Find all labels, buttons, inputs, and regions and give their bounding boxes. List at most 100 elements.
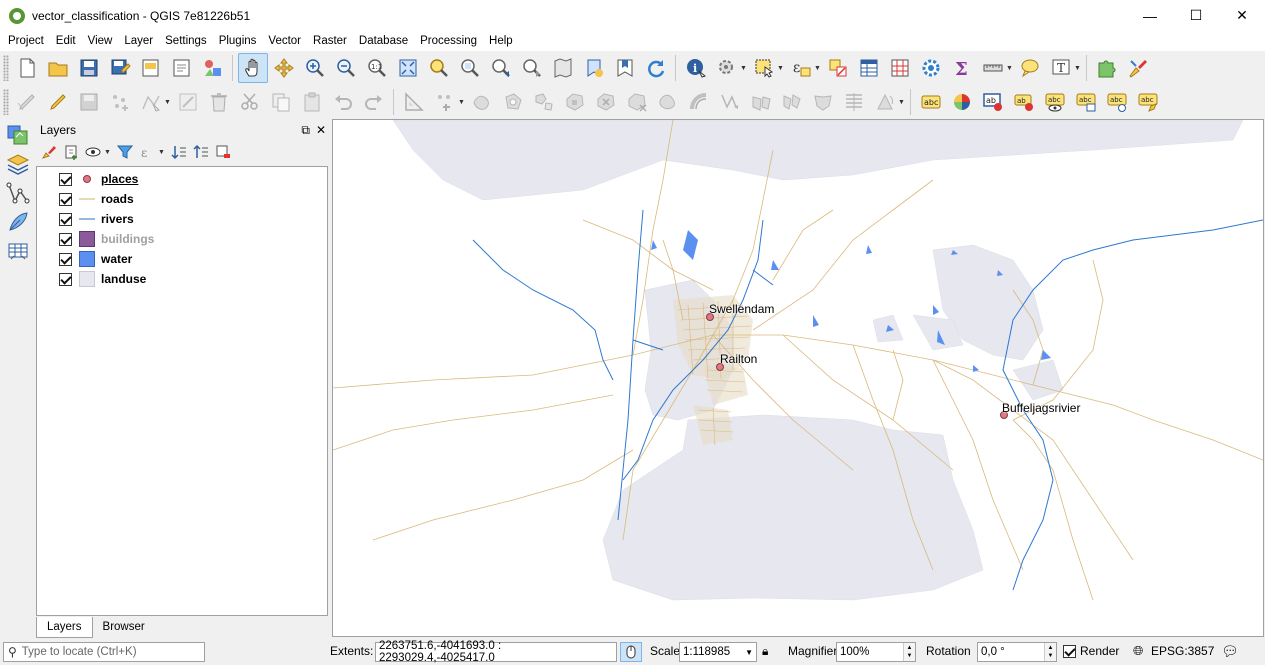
filter-by-expression-button[interactable]: ε [138,143,156,161]
menu-project[interactable]: Project [2,31,50,51]
layer-row-places[interactable]: places [59,169,138,189]
delete-ring-button[interactable] [591,87,621,117]
rotate-label-button[interactable]: abc [1102,87,1132,117]
text-annotation-button[interactable]: T [1046,53,1076,83]
pan-map-button[interactable] [237,53,268,83]
expand-all-button[interactable] [170,143,188,161]
pan-to-selection-button[interactable] [269,53,299,83]
move-label-button[interactable]: abc [1071,87,1101,117]
vertex-tool-button[interactable] [136,87,166,117]
deselect-all-button[interactable] [823,53,853,83]
crs-button[interactable]: EPSG:3857 [1151,644,1214,658]
highlight-pinned-labels-button[interactable]: ab [978,87,1008,117]
add-ring-button[interactable] [498,87,528,117]
fill-ring-button[interactable] [560,87,590,117]
current-edits-button[interactable] [12,87,42,117]
zoom-native-button[interactable]: 1:1 [362,53,392,83]
redo-button[interactable] [359,87,389,117]
show-bookmarks-button[interactable] [610,53,640,83]
paste-features-button[interactable] [297,87,327,117]
layout-manager-button[interactable] [167,53,197,83]
layer-row-rivers[interactable]: rivers [59,209,134,229]
tab-browser[interactable]: Browser [93,617,155,637]
scale-combobox[interactable]: 1:118985 ▼ [679,642,757,662]
layer-visibility-checkbox[interactable] [59,252,72,266]
offset-curve-button[interactable] [684,87,714,117]
zoom-in-button[interactable] [300,53,330,83]
delete-selected-button[interactable] [204,87,234,117]
zoom-full-button[interactable] [393,53,423,83]
manage-map-themes-button[interactable] [84,143,102,161]
save-project-button[interactable] [74,53,104,83]
rotation-spinbox[interactable]: 0,0 ° ▲ ▼ [977,642,1057,662]
change-label-button[interactable]: abc [1133,87,1163,117]
merge-features-button[interactable] [808,87,838,117]
cut-features-button[interactable] [235,87,265,117]
menu-layer[interactable]: Layer [118,31,159,51]
menu-database[interactable]: Database [353,31,414,51]
layer-labeling-button[interactable]: abc [916,87,946,117]
add-delimited-text-button[interactable] [3,207,33,236]
show-hide-labels-button[interactable]: abc [1040,87,1070,117]
advanced-digitizing-button[interactable] [430,87,460,117]
menu-vector[interactable]: Vector [262,31,307,51]
new-print-layout-button[interactable] [136,53,166,83]
layer-row-landuse[interactable]: landuse [59,269,146,289]
menu-raster[interactable]: Raster [307,31,353,51]
add-group-button[interactable] [62,143,80,161]
layer-visibility-checkbox[interactable] [59,272,72,286]
minimize-button[interactable]: — [1127,0,1173,31]
toolbar-handle[interactable] [3,89,9,115]
float-panel-icon[interactable]: ⧉ [301,123,310,138]
modify-attributes-button[interactable] [173,87,203,117]
refresh-button[interactable] [641,53,671,83]
new-bookmark-button[interactable] [579,53,609,83]
layer-diagram-button[interactable] [947,87,977,117]
layer-visibility-checkbox[interactable] [59,192,72,206]
add-virtual-layer-button[interactable] [3,236,33,265]
lock-scale-icon[interactable]: 🔒︎ [762,644,768,659]
split-parts-button[interactable] [777,87,807,117]
new-shapefile-button[interactable] [3,178,33,207]
magnifier-spinbox[interactable]: 100% ▲ ▼ [836,642,916,662]
map-tips-button[interactable] [1015,53,1045,83]
copy-features-button[interactable] [266,87,296,117]
save-as-button[interactable] [105,53,135,83]
tab-layers[interactable]: Layers [36,617,93,638]
zoom-to-layer-button[interactable] [455,53,485,83]
layer-row-water[interactable]: water [59,249,132,269]
open-layer-styling-button[interactable] [40,143,58,161]
run-feature-action-button[interactable] [712,53,742,83]
pin-unpin-labels-button[interactable]: ab [1009,87,1039,117]
collapse-all-button[interactable] [192,143,210,161]
select-features-button[interactable] [749,53,779,83]
toolbar-handle[interactable] [3,55,9,81]
measure-line-button[interactable] [978,53,1008,83]
spinner-arrows[interactable]: ▲ ▼ [1044,643,1056,661]
add-vector-layer-button[interactable] [3,149,33,178]
save-edits-button[interactable] [74,87,104,117]
open-data-source-manager-button[interactable] [3,120,33,149]
close-panel-icon[interactable]: ✕ [316,123,326,138]
menu-plugins[interactable]: Plugins [213,31,263,51]
locator-search-input[interactable]: ⚲ Type to locate (Ctrl+K) [3,642,205,662]
split-features-button[interactable] [746,87,776,117]
undo-button[interactable] [328,87,358,117]
open-attribute-table-button[interactable] [854,53,884,83]
identify-features-button[interactable]: i [681,53,711,83]
maximize-button[interactable]: ☐ [1173,0,1219,31]
plugin-button-2[interactable] [1123,53,1153,83]
reshape-features-button[interactable] [653,87,683,117]
new-map-view-button[interactable] [548,53,578,83]
layer-row-roads[interactable]: roads [59,189,134,209]
rotate-point-symbols-button[interactable] [870,87,900,117]
new-project-button[interactable] [12,53,42,83]
filter-legend-button[interactable] [116,143,134,161]
merge-attributes-button[interactable] [839,87,869,117]
close-button[interactable]: ✕ [1219,0,1265,31]
zoom-out-button[interactable] [331,53,361,83]
layer-row-buildings[interactable]: buildings [59,229,154,249]
select-by-expression-button[interactable]: ε [786,53,816,83]
plugin-button-1[interactable] [1092,53,1122,83]
toggle-editing-button[interactable] [43,87,73,117]
